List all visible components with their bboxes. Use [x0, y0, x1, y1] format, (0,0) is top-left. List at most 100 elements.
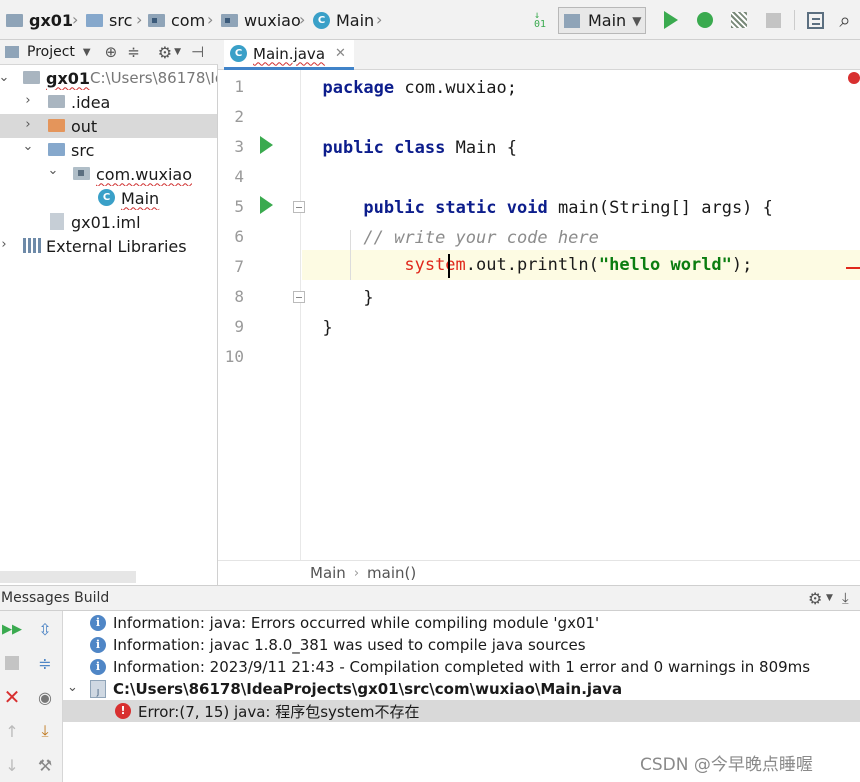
tree-item-external-libraries[interactable]: › External Libraries [0, 234, 217, 258]
stop-button[interactable] [761, 8, 785, 32]
message-row-info[interactable]: i Information: 2023/9/11 21:43 - Compila… [63, 656, 860, 678]
tree-item-gx01-iml[interactable]: gx01.iml [0, 210, 217, 234]
toolbar-divider [794, 10, 795, 30]
collapse-all-icon[interactable]: ≑ [34, 652, 56, 674]
message-file-path: C:\Users\86178\IdeaProjects\gx01\src\com… [113, 680, 623, 698]
hide-panel-icon[interactable]: ⤓ [842, 589, 849, 607]
breadcrumb-method[interactable]: main() [367, 564, 416, 582]
gear-icon[interactable]: ⚙ [158, 43, 172, 62]
code-line-8: } [302, 283, 860, 313]
package-icon [73, 167, 90, 180]
collapse-all-icon[interactable]: ≑ [127, 43, 140, 61]
tree-item-out[interactable]: › out [0, 114, 217, 138]
breadcrumb-wuxiao[interactable]: wuxiao [221, 8, 301, 32]
project-view-label[interactable]: Project [27, 44, 75, 60]
info-icon: i [90, 615, 106, 631]
run-config-label: Main [588, 11, 627, 30]
locate-icon[interactable]: ⊕ [105, 43, 118, 61]
breadcrumb-class[interactable]: Main [310, 564, 346, 582]
tree-item-com-wuxiao[interactable]: ⌄ com.wuxiao [0, 162, 217, 186]
arrow-down-icon[interactable]: ↓ [1, 754, 23, 776]
error-stripe-mark[interactable] [846, 267, 860, 269]
error-filter-icon[interactable]: ◉ [34, 686, 56, 708]
run-gutter-icon[interactable] [260, 136, 273, 154]
line-number: 7 [234, 257, 244, 276]
chevron-down-icon[interactable]: ▼ [83, 47, 91, 58]
build-project-icon[interactable]: ↓ 01 [528, 8, 552, 32]
hide-panel-icon[interactable]: ⊣ [191, 43, 204, 61]
project-structure-button[interactable] [803, 8, 827, 32]
run-gutter-icon[interactable] [260, 196, 273, 214]
tree-item-label: src [71, 140, 95, 160]
code-text: } [363, 288, 374, 308]
breadcrumb-project[interactable]: gx01 [6, 8, 73, 32]
watermark: CSDN @今早晚点睡喔 [640, 755, 813, 775]
chevron-right-icon: › [376, 10, 383, 29]
breadcrumb-src[interactable]: src [86, 8, 132, 32]
code-keyword: public [363, 198, 425, 218]
tree-item-label: .idea [71, 92, 111, 112]
debug-button[interactable] [693, 8, 717, 32]
chevron-right-icon: › [1, 237, 7, 252]
coverage-button[interactable] [727, 8, 751, 32]
message-row-info[interactable]: i Information: java: Errors occurred whi… [63, 612, 860, 634]
message-row-error[interactable]: ! Error:(7, 15) java: 程序包system不存在 [63, 700, 860, 722]
close-icon[interactable]: ✕ [335, 46, 346, 61]
messages-tool-window-header: Messages Build ⚙ ▼ ⤓ [0, 585, 860, 611]
wrench-icon[interactable]: ⚒ [34, 754, 56, 776]
chevron-right-icon: › [299, 10, 306, 29]
class-icon: C [98, 189, 115, 206]
stop-icon[interactable] [1, 652, 23, 674]
code-line-9: } [302, 313, 860, 343]
run-button[interactable] [659, 8, 683, 32]
error-icon: ! [115, 703, 131, 719]
close-icon[interactable]: ✕ [1, 685, 23, 709]
message-row-info[interactable]: i Information: javac 1.8.0_381 was used … [63, 634, 860, 656]
code-comment: // write your code here [363, 228, 599, 248]
chevron-right-icon: › [207, 10, 214, 29]
code-text: ); [731, 255, 753, 275]
code-text: } [322, 318, 333, 338]
export-icon[interactable]: ⤓ [34, 720, 56, 742]
gear-icon[interactable]: ⚙ [808, 589, 822, 608]
line-number: 2 [234, 107, 244, 126]
project-structure-icon [806, 11, 824, 29]
message-row-file[interactable]: ⌄ J C:\Users\86178\IdeaProjects\gx01\src… [63, 678, 860, 700]
horizontal-scrollbar[interactable] [0, 571, 136, 583]
chevron-down-icon: ⌄ [47, 163, 59, 178]
error-indicator-icon[interactable] [848, 72, 860, 84]
tree-item-src[interactable]: ⌄ src [0, 138, 217, 162]
breadcrumb-com[interactable]: com [148, 8, 205, 32]
expand-all-icon[interactable]: ⇳ [34, 618, 56, 640]
play-icon [664, 11, 678, 29]
chevron-right-icon: › [72, 10, 79, 29]
search-everywhere-button[interactable]: ⌕ [833, 8, 857, 32]
tree-item-idea[interactable]: › .idea [0, 90, 217, 114]
chevron-down-icon: ⌄ [67, 680, 78, 695]
tab-main-java[interactable]: C Main.java ✕ [224, 40, 354, 70]
code-text: main(String[] args) { [547, 198, 773, 218]
code-editor[interactable]: 1 2 3 4 5 6 7 8 9 10 package com.wuxiao;… [218, 70, 860, 560]
chevron-right-icon: › [353, 565, 360, 581]
line-number: 1 [234, 77, 244, 96]
run-configuration-select[interactable]: Main ▼ [558, 7, 646, 34]
iml-file-icon [50, 213, 64, 230]
chevron-down-icon[interactable]: ▼ [174, 47, 181, 57]
text-caret [448, 254, 450, 278]
info-icon: i [90, 659, 106, 675]
folder-icon [86, 13, 103, 27]
chevron-down-icon[interactable]: ▼ [826, 593, 833, 603]
rerun-icon[interactable]: ▶▶ [1, 618, 23, 640]
library-icon [23, 238, 41, 253]
tree-item-main[interactable]: C Main [0, 186, 217, 210]
chevron-right-icon: › [25, 93, 31, 108]
line-number: 3 [234, 137, 244, 156]
code-area[interactable]: package com.wuxiao; public class Main { … [302, 70, 860, 560]
tree-item-gx01[interactable]: ⌄ gx01 C:\Users\86178\Id [0, 66, 217, 90]
breadcrumb-main[interactable]: C Main [313, 8, 374, 32]
source-folder-icon [48, 143, 65, 156]
messages-title: Messages Build [1, 590, 110, 606]
arrow-up-icon[interactable]: ↑ [1, 720, 23, 742]
search-icon: ⌕ [839, 8, 851, 32]
breadcrumb-label: com [171, 10, 206, 30]
